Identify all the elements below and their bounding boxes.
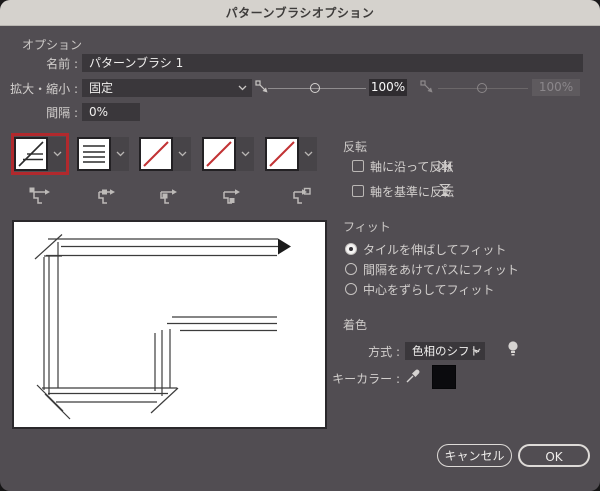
name-label: 名前 : bbox=[46, 57, 78, 71]
start-tile-preview bbox=[202, 137, 236, 171]
fit-stretch-label: タイルを伸ばしてフィット bbox=[363, 243, 507, 257]
side-position-icon bbox=[98, 189, 115, 204]
scale-method-dropdown[interactable]: 固定 bbox=[82, 79, 252, 97]
none-pattern-icon bbox=[206, 141, 232, 167]
lightbulb-icon[interactable] bbox=[506, 340, 520, 358]
end-tile-button[interactable] bbox=[265, 136, 317, 172]
scale-label: 拡大・縮小 : bbox=[10, 82, 78, 96]
start-position-icon bbox=[223, 189, 240, 204]
chevron-down-icon bbox=[241, 151, 249, 157]
name-input[interactable]: パターンブラシ 1 bbox=[82, 54, 583, 72]
outer-corner-position-icon bbox=[29, 187, 50, 204]
chevron-down-icon bbox=[238, 85, 247, 91]
none-pattern-icon bbox=[269, 141, 295, 167]
spacing-label: 間隔 : bbox=[46, 106, 78, 120]
key-color-label: キーカラー : bbox=[332, 372, 400, 386]
flip-across-checkbox[interactable] bbox=[352, 185, 364, 197]
chevron-down-icon bbox=[178, 151, 186, 157]
pattern-brush-options-dialog: パターンブラシオプション オプション 名前 : パターンブラシ 1 拡大・縮小 … bbox=[0, 0, 600, 491]
flip-horizontal-icon bbox=[438, 160, 451, 172]
outer-corner-tile-button[interactable] bbox=[14, 136, 66, 172]
ok-button[interactable]: OK bbox=[518, 444, 590, 467]
key-color-swatch[interactable] bbox=[432, 365, 456, 389]
scale-value[interactable]: 100% bbox=[369, 79, 407, 96]
side-tile-button[interactable] bbox=[77, 136, 129, 172]
flip-along-checkbox[interactable] bbox=[352, 160, 364, 172]
cancel-button[interactable]: キャンセル bbox=[437, 444, 512, 467]
dialog-title: パターンブラシオプション bbox=[225, 6, 375, 20]
lines-pattern-icon bbox=[83, 145, 105, 163]
side-tile-preview bbox=[77, 137, 111, 171]
options-section-label: オプション bbox=[22, 38, 83, 52]
fit-approximate-label: 中心をずらしてフィット bbox=[363, 283, 495, 297]
method-label: 方式 : bbox=[368, 345, 400, 359]
variation-value: 100% bbox=[532, 79, 580, 96]
colorization-section-label: 着色 bbox=[343, 318, 368, 332]
brush-preview-drawing bbox=[34, 234, 291, 420]
scale-slider-icon bbox=[255, 80, 268, 93]
flip-section-label: 反転 bbox=[343, 140, 368, 154]
method-dropdown[interactable]: 色相のシフト bbox=[405, 342, 485, 360]
variation-slider-icon bbox=[420, 80, 433, 93]
chevron-down-icon bbox=[304, 151, 312, 157]
inner-corner-tile-button[interactable] bbox=[139, 136, 191, 172]
dialog-titlebar: パターンブラシオプション bbox=[0, 0, 600, 26]
variation-slider-handle bbox=[477, 83, 487, 93]
brush-preview bbox=[12, 220, 327, 429]
chevron-down-icon bbox=[116, 151, 124, 157]
none-pattern-icon bbox=[143, 141, 169, 167]
inner-corner-tile-preview bbox=[139, 137, 173, 171]
scale-slider-handle[interactable] bbox=[310, 83, 320, 93]
end-tile-preview bbox=[265, 137, 299, 171]
inner-corner-position-icon bbox=[160, 189, 177, 204]
start-tile-button[interactable] bbox=[202, 136, 254, 172]
corner-pattern-icon bbox=[18, 141, 44, 167]
flip-vertical-icon bbox=[439, 183, 451, 196]
chevron-down-icon bbox=[472, 348, 481, 354]
fit-add-space-label: 間隔をあけてパスにフィット bbox=[363, 263, 519, 277]
spacing-input[interactable]: 0% bbox=[82, 103, 140, 121]
fit-section-label: フィット bbox=[343, 220, 391, 234]
fit-approximate-radio[interactable] bbox=[345, 283, 357, 295]
outer-corner-tile-preview bbox=[14, 137, 48, 171]
fit-stretch-radio[interactable] bbox=[345, 243, 357, 255]
end-position-icon bbox=[293, 187, 311, 204]
path-arrowhead bbox=[278, 238, 291, 255]
eyedropper-icon[interactable] bbox=[405, 368, 421, 384]
fit-add-space-radio[interactable] bbox=[345, 263, 357, 275]
chevron-down-icon bbox=[53, 151, 61, 157]
